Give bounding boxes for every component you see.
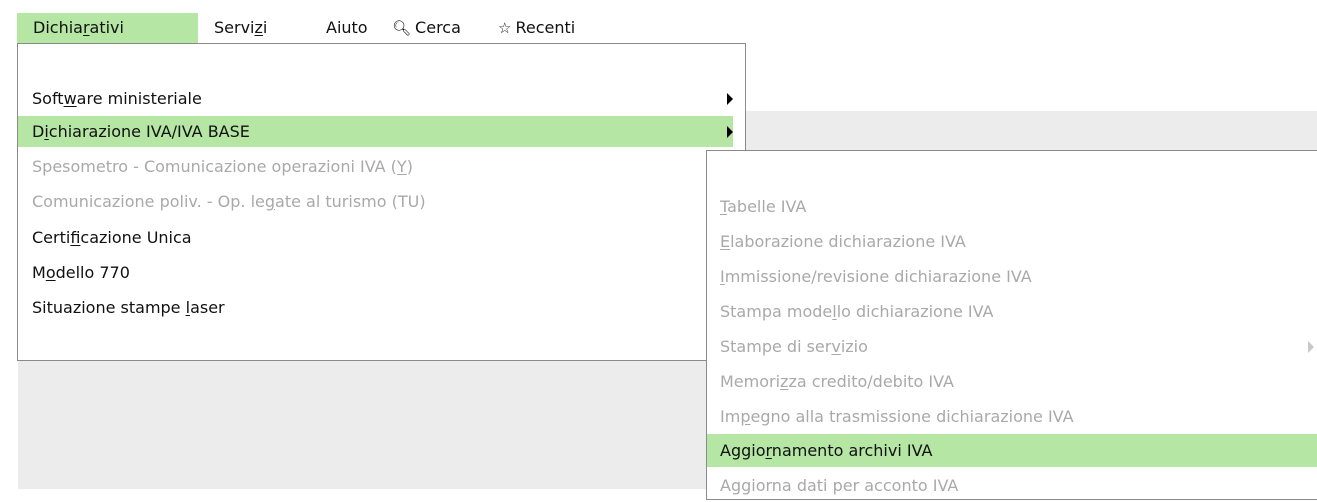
menu-item-modello-770[interactable]: Modello 770 (18, 257, 733, 288)
submenu-item-impegno: Impegno alla trasmissione dichiarazione … (720, 407, 1074, 426)
menu-dichiarativi[interactable]: Dichiarativi (17, 13, 198, 43)
iva-submenu: Tabelle IVA Elaborazione dichiarazione I… (706, 150, 1317, 500)
menu-servizi[interactable]: Servizi (198, 13, 310, 43)
menu-item-comunicazione-polivalente: Comunicazione poliv. - Op. legate al tur… (32, 192, 426, 211)
menu-item-situazione-stampe-laser[interactable]: Situazione stampe laser (18, 292, 733, 323)
menu-item-software-ministeriale[interactable]: Software ministeriale (18, 83, 733, 114)
submenu-item-elaborazione: Elaborazione dichiarazione IVA (720, 232, 966, 251)
menubar: Dichiarativi Servizi Aiuto 🔍︎ Cerca ☆ Rece… (0, 0, 1317, 44)
search-icon: 🔍︎ (392, 19, 412, 37)
menu-item-dichiarazione-iva[interactable]: Dichiarazione IVA/IVA BASE (18, 116, 733, 147)
submenu-item-aggiornamento-archivi[interactable]: Aggiornamento archivi IVA (707, 434, 1317, 467)
menu-aiuto[interactable]: Aiuto (310, 13, 380, 43)
menu-recenti[interactable]: ☆ Recenti (484, 13, 614, 43)
star-icon: ☆ (498, 19, 512, 37)
submenu-item-tabelle-iva: Tabelle IVA (720, 197, 807, 216)
menu-cerca[interactable]: 🔍︎ Cerca (380, 13, 484, 43)
submenu-arrow-icon (727, 126, 733, 138)
submenu-item-aggiorna-acconto: Aggiorna dati per acconto IVA (720, 476, 959, 495)
submenu-arrow-icon (1308, 341, 1314, 353)
submenu-item-stampe-servizio: Stampe di servizio (707, 330, 1317, 363)
menu-item-certificazione-unica[interactable]: Certificazione Unica (18, 222, 733, 253)
menu-item-spesometro: Spesometro - Comunicazione operazioni IV… (32, 157, 413, 176)
submenu-item-stampa-modello: Stampa modello dichiarazione IVA (720, 302, 994, 321)
submenu-arrow-icon (727, 93, 733, 105)
dichiarativi-dropdown: Software ministeriale Dichiarazione IVA/… (17, 43, 746, 361)
submenu-item-memorizza: Memorizza credito/debito IVA (720, 372, 954, 391)
submenu-item-immissione: Immissione/revisione dichiarazione IVA (720, 267, 1032, 286)
